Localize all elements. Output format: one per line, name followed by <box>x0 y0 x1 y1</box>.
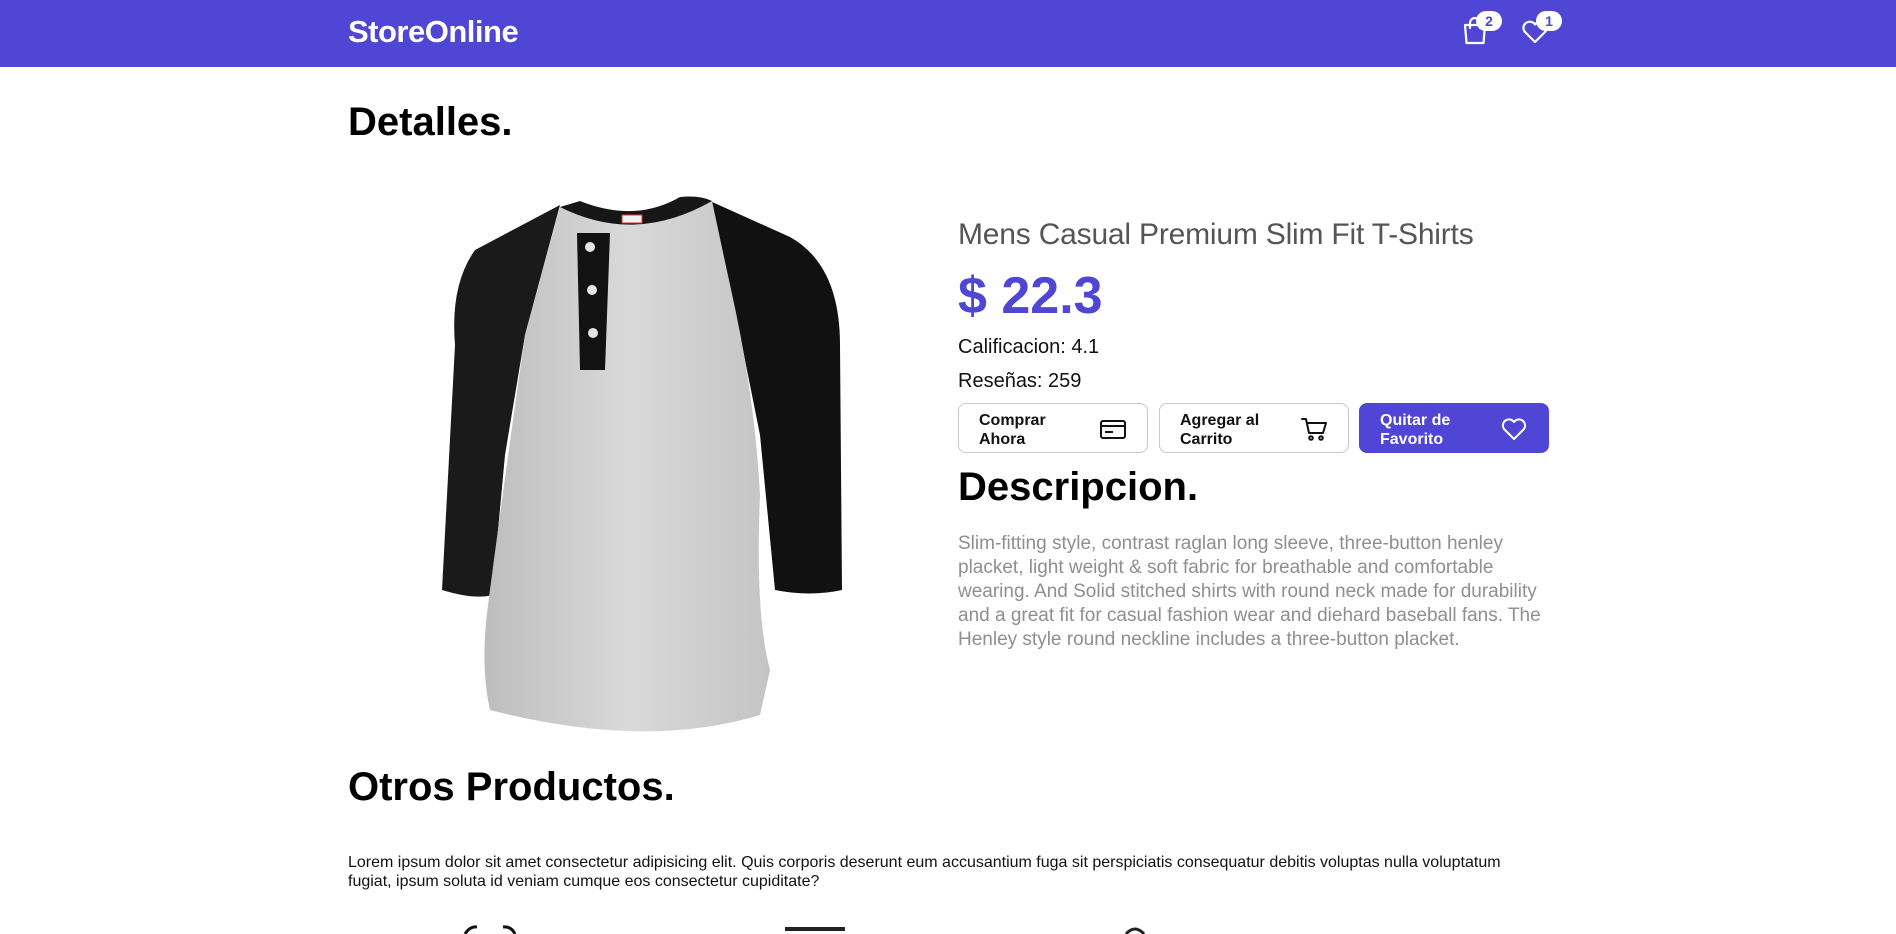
brand-logo[interactable]: StoreOnline <box>348 14 519 50</box>
product-rating: Calificacion: 4.1 <box>958 336 1100 358</box>
add-to-cart-button[interactable]: Agregar al Carrito <box>1159 403 1349 453</box>
page-title: Detalles. <box>348 100 513 144</box>
remove-favorite-button[interactable]: Quitar de Favorito <box>1359 403 1549 453</box>
product-image <box>430 195 850 745</box>
product-thumbnail-peek <box>455 924 535 934</box>
credit-card-icon <box>1099 415 1127 443</box>
product-price: $ 22.3 <box>958 267 1103 325</box>
buy-now-button[interactable]: Comprar Ahora <box>958 403 1148 453</box>
favorites-count-badge: 1 <box>1536 11 1562 31</box>
other-products-text: Lorem ipsum dolor sit amet consectetur a… <box>348 854 1501 890</box>
cart-link[interactable]: 2 <box>1460 11 1502 46</box>
favorites-link[interactable]: 1 <box>1520 11 1562 46</box>
description-title: Descripcion. <box>958 465 1199 509</box>
add-to-cart-label: Agregar al Carrito <box>1180 412 1260 448</box>
product-name: Mens Casual Premium Slim Fit T-Shirts <box>958 218 1474 251</box>
product-thumbnail-peek <box>1120 924 1150 934</box>
shopping-cart-icon <box>1300 415 1328 443</box>
product-thumbnail-peek <box>780 924 850 934</box>
product-reviews: Reseñas: 259 <box>958 370 1082 392</box>
other-products-title: Otros Productos. <box>348 765 675 809</box>
navbar: StoreOnline 2 1 <box>0 0 1896 67</box>
product-description: Slim-fitting style, contrast raglan long… <box>958 533 1541 650</box>
heart-outline-icon <box>1500 415 1528 443</box>
remove-favorite-label: Quitar de Favorito <box>1380 412 1451 448</box>
buy-now-label: Comprar Ahora <box>979 412 1046 448</box>
henley-shirt-illustration <box>442 196 842 732</box>
cart-count-badge: 2 <box>1476 11 1502 31</box>
